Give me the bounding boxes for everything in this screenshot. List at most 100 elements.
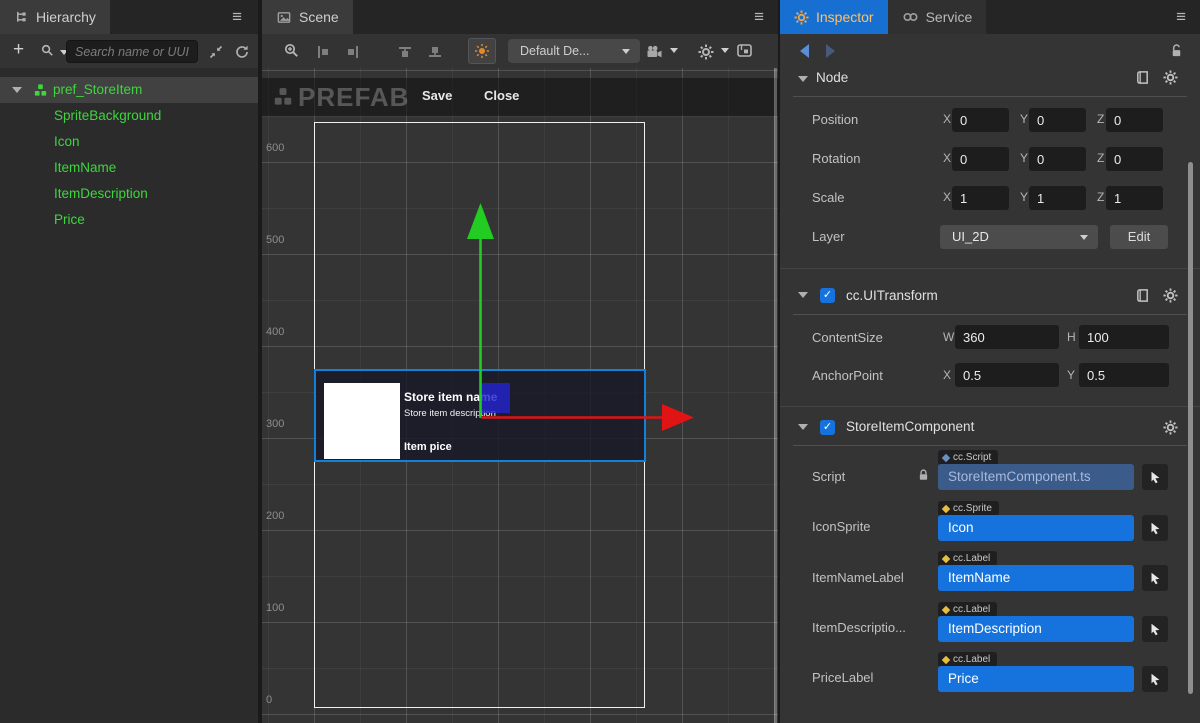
itemdescription-ref-field[interactable]: ItemDescription <box>938 616 1134 642</box>
tree-item[interactable]: ItemName <box>0 155 258 181</box>
rotation-x-input[interactable] <box>952 147 1009 171</box>
node-section-title: Node <box>816 70 848 85</box>
node-settings-gear-icon[interactable] <box>1163 70 1178 85</box>
uitransform-enabled-checkbox[interactable]: ✓ <box>820 288 835 303</box>
axis-x-label: X <box>943 368 951 382</box>
layer-edit-button[interactable]: Edit <box>1110 225 1168 249</box>
rotation-z-input[interactable] <box>1106 147 1163 171</box>
inspector-scrollbar[interactable] <box>1188 162 1193 694</box>
scale-x-input[interactable] <box>952 186 1009 210</box>
refresh-icon[interactable] <box>234 43 250 61</box>
axis-y-label: Y <box>1067 368 1075 382</box>
tree-item-root[interactable]: pref_StoreItem <box>0 77 258 103</box>
axis-x-label: X <box>943 190 951 204</box>
type-tag: cc.Label <box>938 652 997 667</box>
tree-item-label: Price <box>54 207 85 233</box>
rotation-label: Rotation <box>812 151 860 166</box>
scale-z-input[interactable] <box>1106 186 1163 210</box>
component-collapse-icon[interactable] <box>798 424 808 430</box>
inspector-tabbar: Inspector Service ≡ <box>780 0 1200 34</box>
scene-settings-button[interactable] <box>698 43 726 61</box>
section-separator <box>780 268 1200 269</box>
position-x-input[interactable] <box>952 108 1009 132</box>
create-node-button[interactable]: + <box>13 39 24 61</box>
position-z-input[interactable] <box>1106 108 1163 132</box>
component-settings-gear-icon[interactable] <box>1163 420 1178 435</box>
iconsprite-ref-field[interactable]: Icon <box>938 515 1134 541</box>
tree-item[interactable]: ItemDescription <box>0 181 258 207</box>
axis-h-label: H <box>1067 330 1076 344</box>
split-view-icon[interactable] <box>736 42 753 60</box>
hierarchy-menu-icon[interactable]: ≡ <box>232 6 242 28</box>
scene-panel: Scene ≡ <box>262 0 778 723</box>
uitransform-collapse-icon[interactable] <box>798 292 808 298</box>
type-tag: cc.Label <box>938 551 997 566</box>
tab-scene[interactable]: Scene <box>262 0 353 34</box>
axis-y-label: Y <box>1020 112 1028 126</box>
pricelabel-ref-field[interactable]: Price <box>938 666 1134 692</box>
lock-open-icon[interactable] <box>1169 43 1184 59</box>
lighting-toggle-button[interactable] <box>468 38 496 64</box>
itemdescription-locate-button[interactable] <box>1142 616 1168 642</box>
align-right-edge-icon[interactable] <box>345 43 361 61</box>
scene-scrollbar[interactable] <box>774 68 777 723</box>
itemname-label: ItemNameLabel <box>812 570 904 585</box>
contentsize-w-input[interactable] <box>955 325 1059 349</box>
cursor-locate-icon <box>1148 571 1162 585</box>
cursor-locate-icon <box>1148 521 1162 535</box>
align-left-edge-icon[interactable] <box>315 43 331 61</box>
node-collapse-icon[interactable] <box>798 76 808 82</box>
axis-y-label: Y <box>1020 190 1028 204</box>
gizmo-y-arrowhead-icon[interactable] <box>467 203 494 239</box>
tab-hierarchy-label: Hierarchy <box>36 9 96 25</box>
iconsprite-locate-button[interactable] <box>1142 515 1168 541</box>
tree-item[interactable]: Icon <box>0 129 258 155</box>
tab-service[interactable]: Service <box>888 0 987 34</box>
contentsize-h-input[interactable] <box>1079 325 1169 349</box>
component-enabled-checkbox[interactable]: ✓ <box>820 420 835 435</box>
itemname-locate-button[interactable] <box>1142 565 1168 591</box>
script-ref-field[interactable]: StoreItemComponent.ts <box>938 464 1134 490</box>
inspector-menu-icon[interactable]: ≡ <box>1176 6 1186 28</box>
node-help-book-icon[interactable] <box>1135 70 1150 85</box>
scale-y-input[interactable] <box>1029 186 1086 210</box>
expand-arrow-icon[interactable] <box>12 87 22 93</box>
device-select-dropdown[interactable]: Default De... <box>508 39 640 63</box>
rotation-y-input[interactable] <box>1029 147 1086 171</box>
layer-value: UI_2D <box>952 229 989 244</box>
label-type-dot-icon <box>942 554 950 562</box>
gizmo-x-arrowhead-icon[interactable] <box>662 404 694 431</box>
collapse-all-icon[interactable] <box>208 43 224 61</box>
anchorpoint-y-input[interactable] <box>1079 363 1169 387</box>
itemname-ref-field[interactable]: ItemName <box>938 565 1134 591</box>
history-forward-icon[interactable] <box>826 44 835 58</box>
tab-hierarchy[interactable]: Hierarchy <box>0 0 110 34</box>
hierarchy-toolbar: + <box>0 34 258 68</box>
search-icon <box>40 43 55 58</box>
gizmo-xy-plane-handle[interactable] <box>481 383 510 413</box>
type-tag-label: cc.Label <box>953 602 990 617</box>
align-bottom-edge-icon[interactable] <box>427 43 443 61</box>
script-locate-button[interactable] <box>1142 464 1168 490</box>
uitransform-help-book-icon[interactable] <box>1135 288 1150 303</box>
layer-dropdown[interactable]: UI_2D <box>940 225 1098 249</box>
search-filter-button[interactable] <box>40 42 68 60</box>
position-y-input[interactable] <box>1029 108 1086 132</box>
align-top-edge-icon[interactable] <box>397 43 413 61</box>
uitransform-settings-gear-icon[interactable] <box>1163 288 1178 303</box>
axis-y-label: Y <box>1020 151 1028 165</box>
tree-item[interactable]: Price <box>0 207 258 233</box>
tab-inspector[interactable]: Inspector <box>780 0 888 34</box>
history-back-icon[interactable] <box>800 44 809 58</box>
itemdescription-label: ItemDescriptio... <box>812 620 906 635</box>
settings-caret-icon <box>721 48 729 53</box>
zoom-tool-icon[interactable] <box>283 42 300 60</box>
search-input[interactable] <box>66 40 198 63</box>
camera-view-button[interactable] <box>646 43 675 61</box>
tree-item[interactable]: SpriteBackground <box>0 103 258 129</box>
script-type-dot-icon <box>942 453 950 461</box>
pricelabel-locate-button[interactable] <box>1142 666 1168 692</box>
anchorpoint-x-input[interactable] <box>955 363 1059 387</box>
scene-viewport[interactable]: 600 500 400 300 200 100 0 PREFAB Save Cl… <box>262 68 778 723</box>
scene-menu-icon[interactable]: ≡ <box>754 6 764 28</box>
